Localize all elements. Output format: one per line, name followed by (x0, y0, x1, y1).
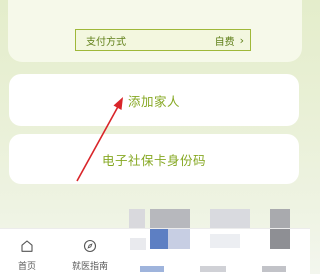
redacted-tab-label (262, 266, 286, 272)
tab-guide-label: 就医指南 (71, 262, 108, 272)
redacted-block (270, 209, 290, 229)
redacted-block (270, 229, 290, 249)
home-icon (21, 240, 33, 252)
compass-icon (83, 239, 97, 253)
chevron-right-icon: › (239, 33, 244, 47)
add-family-label: 添加家人 (127, 93, 180, 109)
redacted-tab-label (140, 266, 164, 272)
tab-home[interactable]: 首页 (5, 239, 49, 272)
payment-card: 支付方式 自费 › (8, 0, 302, 62)
redacted-block (130, 238, 146, 250)
redacted-block (129, 209, 145, 229)
redacted-block (168, 229, 190, 249)
tab-home-label: 首页 (17, 262, 36, 272)
payment-method-value-group: 自费 › (215, 33, 244, 48)
redacted-block (150, 229, 168, 249)
redacted-tab-label (200, 266, 226, 272)
redacted-block (210, 234, 240, 248)
add-family-button[interactable]: 添加家人 (9, 74, 299, 126)
payment-method-label: 支付方式 (86, 36, 126, 48)
tab-guide[interactable]: 就医指南 (68, 239, 112, 272)
social-security-code-button[interactable]: 电子社保卡身份码 (9, 134, 299, 184)
payment-method-row[interactable]: 支付方式 自费 › (75, 29, 251, 51)
redacted-block (210, 209, 250, 229)
redacted-block (150, 209, 190, 229)
social-security-code-label: 电子社保卡身份码 (101, 152, 206, 168)
payment-method-value: 自费 (214, 36, 235, 48)
